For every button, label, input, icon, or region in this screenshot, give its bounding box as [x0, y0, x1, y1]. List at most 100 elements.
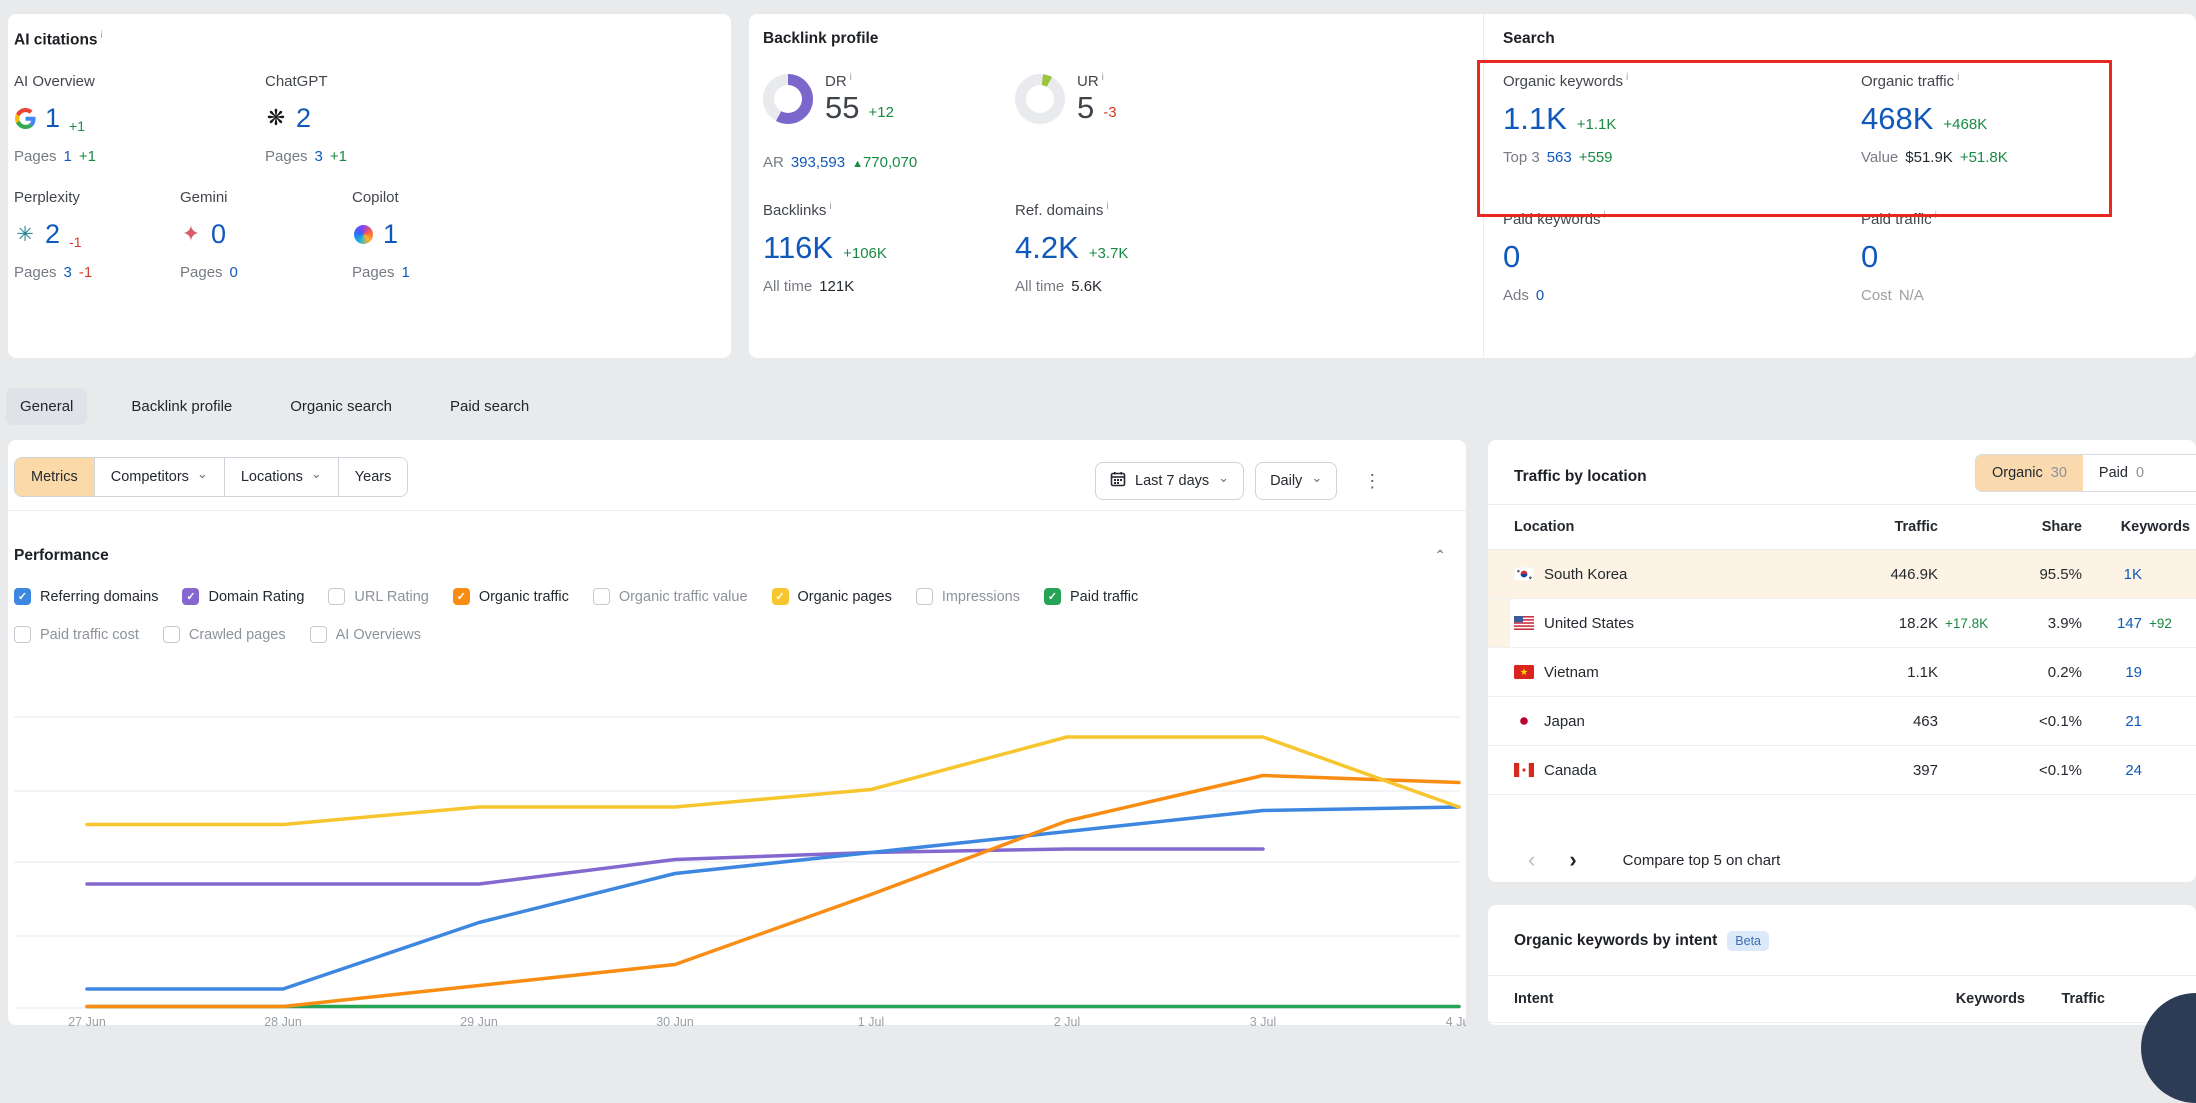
checkbox-crawled-pages[interactable]: Crawled pages: [163, 626, 286, 643]
checkbox-paid-traffic[interactable]: Paid traffic: [1044, 588, 1138, 605]
metric-value[interactable]: 1: [45, 103, 60, 134]
metric-value[interactable]: 2: [296, 103, 311, 134]
location-row-united-states[interactable]: United States18.2K+17.8K3.9%147+92: [1488, 599, 2196, 648]
keywords-value[interactable]: 1K: [2082, 566, 2142, 583]
top3-value[interactable]: 563: [1547, 149, 1572, 166]
paid-traffic-value[interactable]: 0: [1861, 241, 1878, 274]
next-page-icon[interactable]: [1569, 847, 1576, 873]
granularity-button[interactable]: Daily: [1255, 462, 1337, 500]
pages-value[interactable]: 1: [402, 264, 410, 281]
ar-delta: 770,070: [863, 154, 917, 171]
info-icon[interactable]: [101, 30, 103, 41]
checkbox-organic-traffic[interactable]: Organic traffic: [453, 588, 569, 605]
ur-value: 5: [1077, 92, 1094, 125]
info-icon[interactable]: [1102, 72, 1104, 83]
location-row-vietnam[interactable]: Vietnam1.1K0.2%19: [1488, 648, 2196, 697]
prev-page-icon[interactable]: [1528, 847, 1535, 873]
section-tabs: General Backlink profile Organic search …: [6, 386, 543, 427]
vn-flag-icon: [1514, 665, 1534, 679]
keywords-column-header[interactable]: Keywords: [2082, 519, 2190, 535]
metric-value[interactable]: 0: [211, 219, 226, 250]
metric-delta: +1: [69, 118, 85, 134]
metrics-filter-button[interactable]: Metrics: [15, 458, 95, 496]
share-column-header[interactable]: Share: [2002, 519, 2082, 535]
traffic-value: 1.1K: [1788, 664, 1938, 681]
x-axis-label: 28 Jun: [264, 1015, 302, 1027]
collapse-icon[interactable]: [1434, 547, 1446, 565]
competitors-filter-button[interactable]: Competitors: [95, 458, 225, 496]
metric-checkbox-row-2: Paid traffic cost Crawled pages AI Overvie…: [14, 626, 421, 643]
info-icon[interactable]: [829, 201, 831, 212]
location-cell: South Korea: [1514, 566, 1788, 583]
paid-toggle-segment[interactable]: Paid0: [2083, 455, 2160, 491]
dr-metric: DR 55+12: [763, 72, 1015, 136]
pages-value[interactable]: 1: [64, 148, 72, 165]
info-icon[interactable]: [1957, 72, 1959, 83]
checkbox-url-rating[interactable]: URL Rating: [328, 588, 428, 605]
info-icon[interactable]: [1604, 210, 1606, 221]
organic-traffic-value[interactable]: 468K: [1861, 103, 1933, 136]
tab-backlink-profile[interactable]: Backlink profile: [117, 388, 246, 425]
checkbox-box: [14, 588, 31, 605]
pages-value[interactable]: 3: [64, 264, 72, 281]
ar-value[interactable]: 393,593: [791, 154, 845, 171]
organic-keywords-value[interactable]: 1.1K: [1503, 103, 1567, 136]
checkbox-box: [453, 588, 470, 605]
ads-value[interactable]: 0: [1536, 287, 1544, 304]
metric-value[interactable]: 1: [383, 219, 398, 250]
perplexity-metric: Perplexity 2 -1 Pages3-1: [14, 189, 180, 281]
locations-filter-button[interactable]: Locations: [225, 458, 339, 496]
kr-flag-icon: [1514, 567, 1534, 581]
checkbox-referring-domains[interactable]: Referring domains: [14, 588, 158, 605]
location-table-header: Location Traffic Share Keywords: [1488, 504, 2196, 550]
chevron-down-icon: [311, 469, 322, 485]
kebab-menu-icon[interactable]: [1363, 471, 1381, 492]
ref-domains-delta: +3.7K: [1089, 245, 1129, 262]
info-icon[interactable]: [1106, 201, 1108, 212]
organic-toggle-segment[interactable]: Organic30: [1976, 455, 2083, 491]
traffic-column-header[interactable]: Traffic: [1788, 519, 1938, 535]
ca-flag-icon: [1514, 763, 1534, 777]
backlinks-value[interactable]: 116K: [763, 232, 833, 265]
location-row-south-korea[interactable]: South Korea446.9K95.5%1K: [1488, 550, 2196, 599]
checkbox-organic-traffic-value[interactable]: Organic traffic value: [593, 588, 748, 605]
pages-delta: +1: [330, 148, 347, 165]
search-section: Search Organic keywords 1.1K+1.1K Top 35…: [1483, 14, 2196, 358]
x-axis-label: 27 Jun: [68, 1015, 106, 1027]
value-delta: +51.8K: [1960, 149, 2008, 166]
pages-value[interactable]: 3: [315, 148, 323, 165]
keywords-value[interactable]: 21: [2082, 713, 2142, 730]
backlink-profile-section: Backlink profile DR 55+12 AR 393,593 770…: [749, 14, 1483, 358]
paid-keywords-value[interactable]: 0: [1503, 241, 1520, 274]
pages-value[interactable]: 0: [230, 264, 238, 281]
checkbox-paid-traffic-cost[interactable]: Paid traffic cost: [14, 626, 139, 643]
dr-donut: [763, 74, 813, 124]
keywords-value[interactable]: 147: [2082, 615, 2142, 632]
tab-organic-search[interactable]: Organic search: [276, 388, 406, 425]
date-range-button[interactable]: Last 7 days: [1095, 462, 1244, 500]
keywords-value[interactable]: 19: [2082, 664, 2142, 681]
location-row-japan[interactable]: Japan463<0.1%21: [1488, 697, 2196, 746]
location-row-canada[interactable]: Canada397<0.1%24: [1488, 746, 2196, 795]
tab-general[interactable]: General: [6, 388, 87, 425]
tab-paid-search[interactable]: Paid search: [436, 388, 543, 425]
checkbox-organic-pages[interactable]: Organic pages: [772, 588, 892, 605]
traffic-by-location-card: Traffic by location Organic30 Paid0 Loca…: [1488, 440, 2196, 882]
years-filter-button[interactable]: Years: [339, 458, 408, 496]
x-axis-label: 4 Jul: [1446, 1015, 1466, 1027]
metric-value[interactable]: 2: [45, 219, 60, 250]
dr-value: 55: [825, 92, 859, 125]
checkbox-impressions[interactable]: Impressions: [916, 588, 1020, 605]
checkbox-ai-overviews[interactable]: AI Overviews: [310, 626, 421, 643]
ref-domains-value[interactable]: 4.2K: [1015, 232, 1079, 265]
info-icon[interactable]: [850, 72, 852, 83]
jp-flag-icon: [1514, 714, 1534, 728]
location-cell: Japan: [1514, 713, 1788, 730]
chart-line-referring-domains: [87, 807, 1459, 989]
info-icon[interactable]: [1626, 72, 1628, 83]
compare-top5-link[interactable]: Compare top 5 on chart: [1623, 852, 1781, 869]
checkbox-domain-rating[interactable]: Domain Rating: [182, 588, 304, 605]
info-icon[interactable]: [1935, 210, 1937, 221]
paid-keywords-metric: Paid keywords 0 Ads0: [1503, 210, 1861, 304]
keywords-value[interactable]: 24: [2082, 762, 2142, 779]
